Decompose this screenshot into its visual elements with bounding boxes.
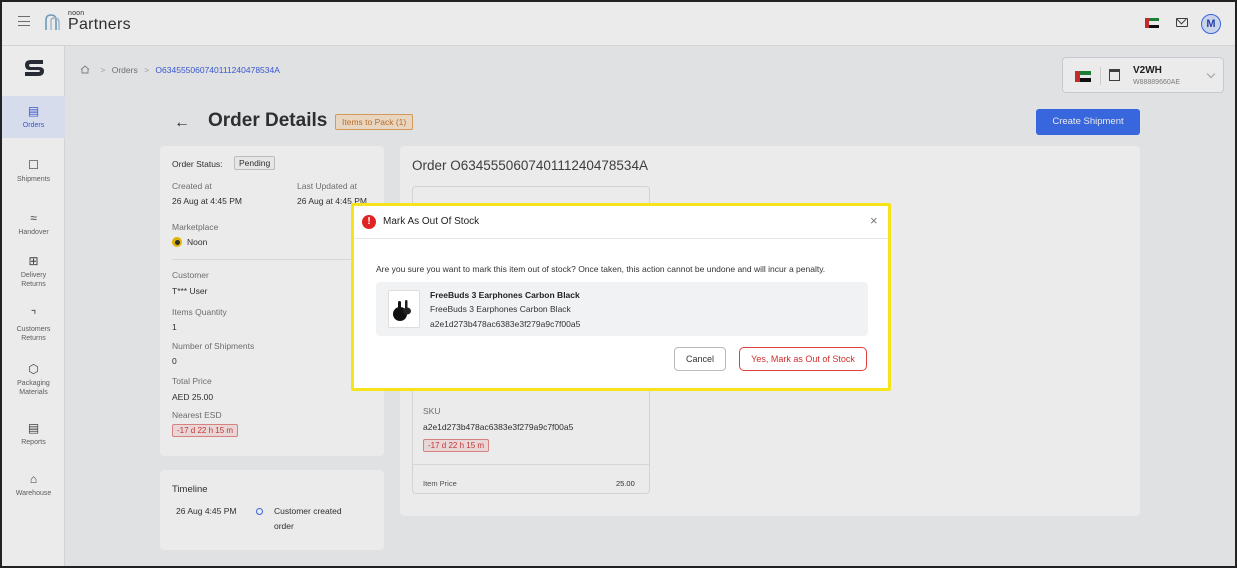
app-frame: noon Partners M ▤ Orders ☐ Shipments ≈ H… [0,0,1237,568]
product-name: FreeBuds 3 Earphones Carbon Black [430,290,580,300]
product-image [388,290,420,328]
earphones-icon [393,300,411,321]
close-icon[interactable]: × [870,214,878,228]
dialog-title: Mark As Out Of Stock [383,216,480,227]
product-summary: FreeBuds 3 Earphones Carbon Black FreeBu… [376,282,868,336]
alert-icon: ! [362,215,376,229]
mark-out-of-stock-button[interactable]: Yes, Mark as Out of Stock [739,347,867,371]
product-subtitle: FreeBuds 3 Earphones Carbon Black [430,304,571,314]
product-sku: a2e1d273b478ac6383e3f279a9c7f00a5 [430,319,581,329]
dialog-message: Are you sure you want to mark this item … [376,264,826,274]
dialog-header: ! Mark As Out Of Stock × [354,206,888,239]
cancel-button[interactable]: Cancel [674,347,726,371]
out-of-stock-dialog: ! Mark As Out Of Stock × Are you sure yo… [351,203,891,391]
